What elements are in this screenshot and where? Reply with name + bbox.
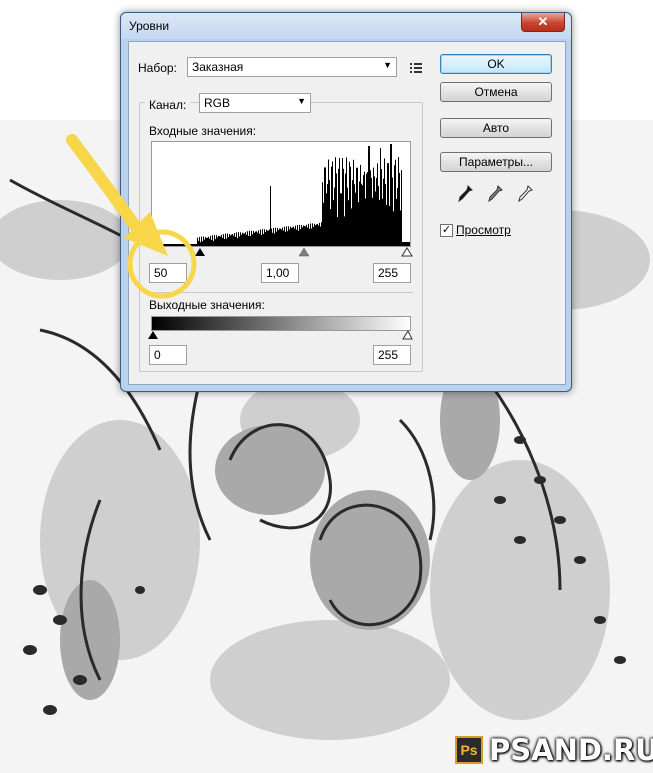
input-levels-label: Входные значения: xyxy=(149,124,257,138)
close-button[interactable]: ✕ xyxy=(521,13,565,32)
channel-value: RGB xyxy=(204,96,231,110)
output-white-slider[interactable] xyxy=(402,329,413,340)
auto-button[interactable]: Авто xyxy=(440,118,552,138)
output-levels-label: Выходные значения: xyxy=(149,298,265,312)
gray-point-eyedropper-icon[interactable] xyxy=(487,185,503,203)
input-gamma-field[interactable]: 1,00 xyxy=(261,263,299,283)
chevron-down-icon: ▼ xyxy=(297,96,306,106)
output-white-field[interactable]: 255 xyxy=(373,345,411,365)
preset-label: Набор: xyxy=(138,61,177,75)
input-slider-track[interactable] xyxy=(151,246,413,258)
preview-checkbox[interactable]: ✓ xyxy=(440,224,453,237)
site-logo-text: PSAND.RU xyxy=(489,733,653,767)
preset-menu-icon[interactable] xyxy=(408,59,424,77)
cancel-button[interactable]: Отмена xyxy=(440,82,552,102)
ps-logo-icon: Ps xyxy=(455,736,483,764)
input-gamma-slider[interactable] xyxy=(298,247,310,257)
levels-dialog: Уровни ✕ Набор: Заказная ▼ Канал: RGB ▼ … xyxy=(120,12,572,392)
site-logo: Ps PSAND.RU xyxy=(455,733,653,767)
ok-button[interactable]: OK xyxy=(440,54,552,74)
divider xyxy=(147,292,413,293)
dialog-body: Набор: Заказная ▼ Канал: RGB ▼ Входные з… xyxy=(128,41,566,385)
histogram xyxy=(151,141,411,247)
output-slider-track[interactable] xyxy=(147,329,413,341)
input-black-field[interactable]: 50 xyxy=(149,263,187,283)
preset-select[interactable]: Заказная ▼ xyxy=(187,57,397,77)
input-white-slider[interactable] xyxy=(401,247,413,257)
input-black-slider[interactable] xyxy=(195,248,205,256)
preview-label: Просмотр xyxy=(456,223,511,237)
output-black-slider[interactable] xyxy=(148,331,158,339)
white-point-eyedropper-icon[interactable] xyxy=(517,185,533,203)
input-white-field[interactable]: 255 xyxy=(373,263,411,283)
channel-label: Канал: xyxy=(145,98,191,112)
window-title: Уровни xyxy=(129,19,170,33)
output-black-field[interactable]: 0 xyxy=(149,345,187,365)
channel-select[interactable]: RGB ▼ xyxy=(199,93,311,113)
chevron-down-icon: ▼ xyxy=(383,60,392,70)
options-button[interactable]: Параметры... xyxy=(440,152,552,172)
title-bar[interactable]: Уровни ✕ xyxy=(121,13,571,39)
preset-value: Заказная xyxy=(192,60,244,74)
black-point-eyedropper-icon[interactable] xyxy=(457,185,473,203)
